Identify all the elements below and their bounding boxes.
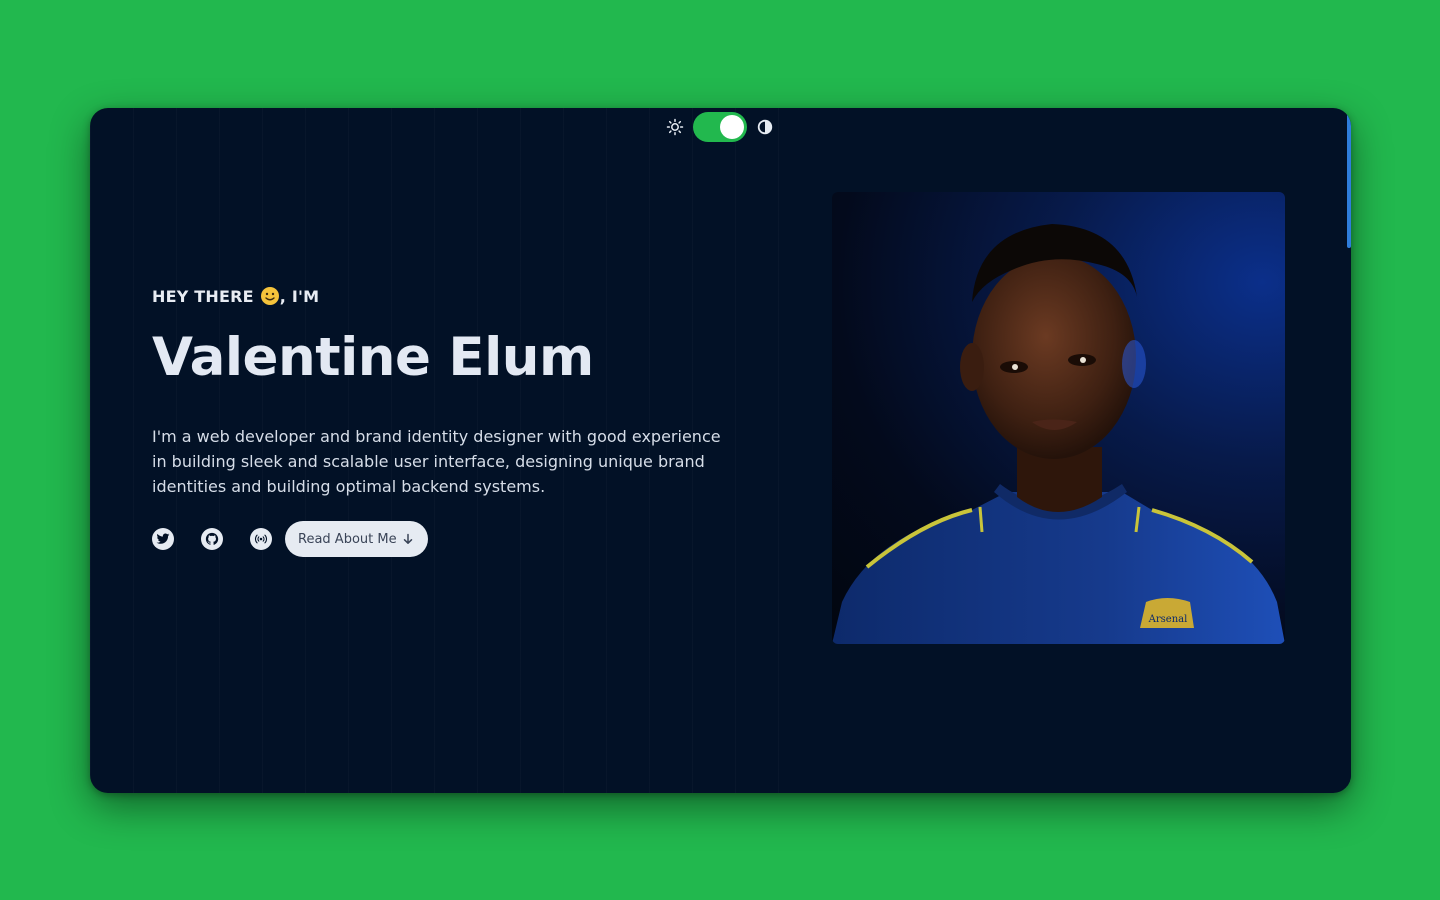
podcast-icon <box>255 534 267 544</box>
github-link[interactable] <box>201 528 223 550</box>
hero-name: Valentine Elum <box>152 327 594 388</box>
jersey-text: Arsenal <box>1148 614 1188 625</box>
read-about-me-button[interactable]: Read About Me <box>285 521 428 557</box>
browser-window: HEY THERE , I'M Valentine Elum I'm a web… <box>90 108 1351 793</box>
podcast-link[interactable] <box>250 528 272 550</box>
read-about-me-label: Read About Me <box>298 531 397 547</box>
greeting: HEY THERE , I'M <box>152 286 772 306</box>
theme-switch[interactable] <box>666 112 774 142</box>
smiling-face-icon <box>260 287 279 305</box>
twitter-link[interactable] <box>152 528 174 550</box>
portrait-illustration: Arsenal <box>832 224 1285 644</box>
greeting-text: HEY THERE <box>152 286 254 306</box>
hero-section: HEY THERE , I'M Valentine Elum I'm a web… <box>152 286 772 557</box>
theme-toggle[interactable] <box>693 112 747 142</box>
greeting-suffix: , I'M <box>279 286 320 306</box>
github-icon <box>205 532 219 545</box>
toggle-knob <box>720 115 744 139</box>
sun-icon[interactable] <box>666 118 684 136</box>
contrast-icon[interactable] <box>756 118 774 136</box>
profile-photo: Arsenal <box>832 192 1285 644</box>
arrow-down-icon <box>403 533 412 544</box>
scrollbar-thumb[interactable] <box>1347 114 1351 248</box>
hero-bio: I'm a web developer and brand identity d… <box>152 427 721 496</box>
scrollbar[interactable] <box>1347 108 1351 793</box>
twitter-icon <box>156 533 170 544</box>
hero-actions: Read About Me <box>152 521 772 557</box>
